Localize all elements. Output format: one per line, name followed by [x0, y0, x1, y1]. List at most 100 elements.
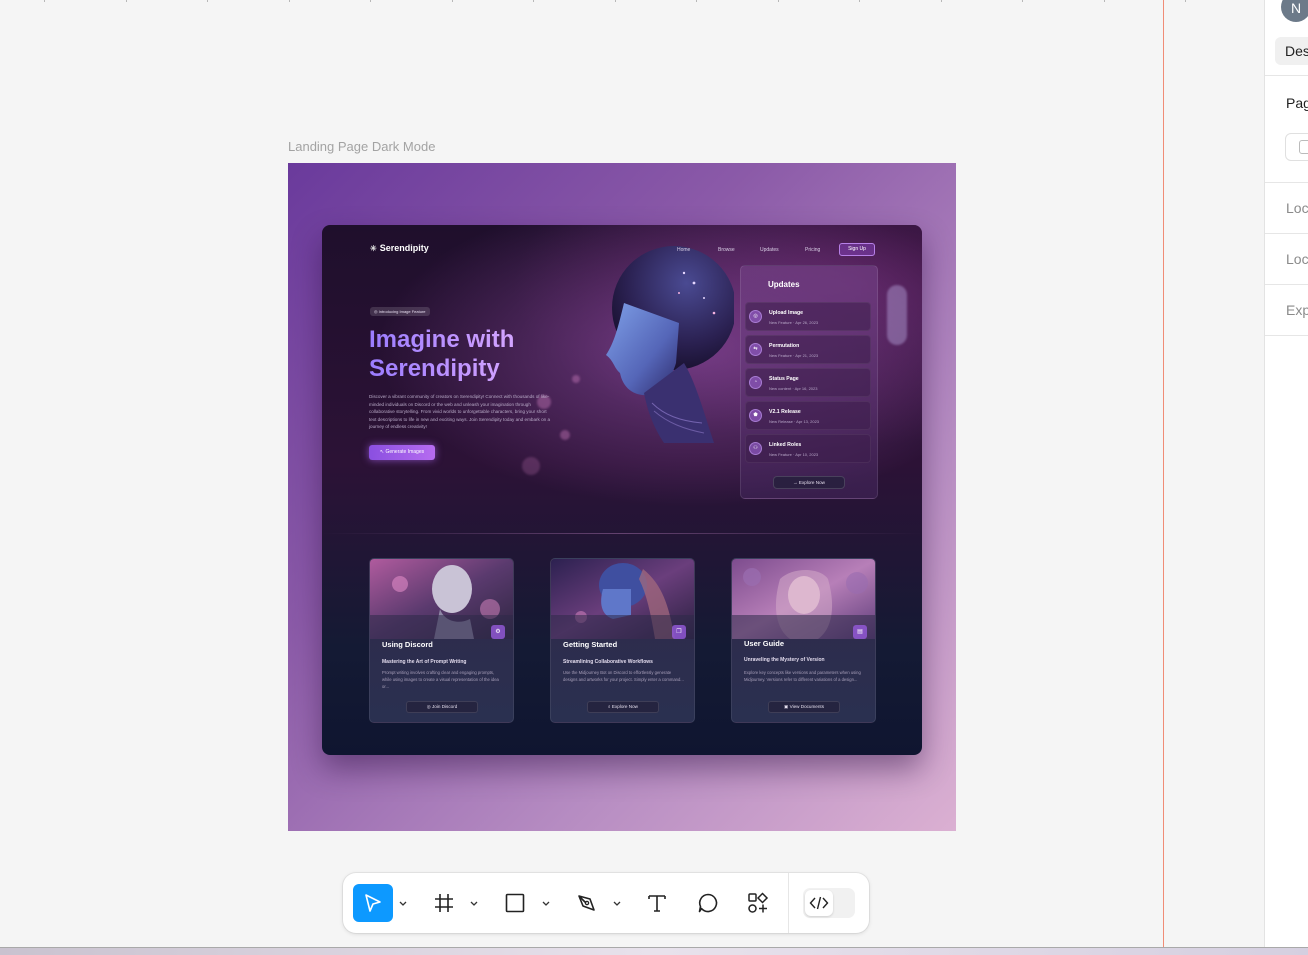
hero-divider — [322, 533, 922, 534]
dev-mode-toggle[interactable] — [803, 888, 855, 918]
card-subtitle: Mastering the Art of Prompt Writing — [382, 659, 467, 665]
join-discord-button[interactable]: ◎ Join Discord — [406, 701, 478, 713]
bokeh-light — [560, 430, 570, 440]
frame-tool-button[interactable] — [427, 884, 461, 922]
divider — [1265, 233, 1308, 234]
card-title: User Guide — [744, 639, 785, 648]
divider — [1265, 75, 1308, 76]
chevron-down-icon[interactable] — [612, 898, 622, 908]
chevron-down-icon[interactable] — [469, 898, 479, 908]
card-button-label: View Documents — [789, 704, 824, 709]
text-icon — [648, 895, 666, 912]
update-item-meta: New Release · Apr 13, 2023 — [769, 419, 820, 424]
bokeh-light — [887, 285, 907, 345]
bokeh-light — [572, 375, 580, 383]
card-button-label: Explore Now — [611, 704, 638, 709]
chevron-down-icon[interactable] — [541, 898, 551, 908]
generate-images-button[interactable]: ↖ Generate Images — [369, 445, 435, 460]
properties-panel: N Des Pag Loc Loc Exp — [1264, 0, 1308, 947]
update-item[interactable]: ⇆ Permutation New Feature · Apr 21, 2023 — [745, 335, 871, 364]
toolbar-divider — [788, 873, 789, 933]
divider — [1265, 284, 1308, 285]
card-description: Use the Midjourney Bot on Discord to eff… — [563, 670, 684, 682]
pen-tool-button[interactable] — [570, 884, 604, 922]
discord-icon: ⚙ — [491, 625, 505, 639]
book-icon: ▣ — [783, 704, 789, 709]
generate-images-label: Generate Images — [385, 449, 425, 455]
update-item-meta: New Feature · Apr 21, 2023 — [769, 353, 819, 358]
local-styles-row[interactable]: Loc — [1286, 251, 1308, 267]
link-icon: ⚇ — [749, 442, 762, 455]
pen-icon — [578, 895, 595, 911]
landing-page-frame[interactable]: ✳ Serendipity Home Browse Updates Pricin… — [288, 163, 956, 831]
comment-tool-button[interactable] — [691, 884, 725, 922]
rectangle-icon — [505, 893, 525, 913]
arrow-right-icon: → — [793, 480, 798, 485]
chevron-down-icon[interactable] — [398, 898, 408, 908]
copy-icon: ❐ — [672, 625, 686, 639]
update-item-title: Permutation — [769, 343, 800, 349]
local-variables-row[interactable]: Loc — [1286, 200, 1308, 216]
hero-portrait-image — [584, 243, 736, 443]
comment-icon — [698, 893, 718, 913]
card-getting-started[interactable]: ❐ Getting Started Streamlining Collabora… — [550, 558, 695, 723]
hero-headline: Imagine with Serendipity — [369, 325, 569, 383]
brand-logo[interactable]: ✳ Serendipity — [370, 243, 429, 253]
explore-now-button[interactable]: → Explore Now — [773, 476, 845, 489]
landing-page-mockup: ✳ Serendipity Home Browse Updates Pricin… — [322, 225, 922, 755]
card-subtitle: Unraveling the Mystery of Version — [744, 657, 825, 663]
hero-description: Discover a vibrant community of creators… — [369, 394, 551, 430]
nav-browse[interactable]: Browse — [718, 247, 735, 253]
view-documents-button[interactable]: ▣ View Documents — [768, 701, 840, 713]
explore-now-card-button[interactable]: ⌕ Explore Now — [587, 701, 659, 713]
update-item-title: Upload Image — [769, 310, 804, 316]
intro-badge: ◎ Introducing Image Feature — [370, 307, 430, 316]
update-item[interactable]: ◎ Upload Image New Feature · Apr 26, 202… — [745, 302, 871, 331]
update-item-title: Linked Roles — [769, 442, 802, 448]
update-item[interactable]: ◔ Status Page New content · Apr 16, 2023 — [745, 368, 871, 397]
card-description: Prompt writing involves crafting clear a… — [382, 670, 499, 689]
card-description: Explore key concepts like versions and p… — [744, 670, 861, 682]
export-row[interactable]: Exp — [1286, 302, 1308, 318]
user-avatar[interactable]: N — [1281, 0, 1308, 22]
updates-title: Updates — [768, 280, 800, 289]
move-tool-button[interactable] — [353, 884, 393, 922]
release-icon: ⬟ — [749, 409, 762, 422]
shape-tool-button[interactable] — [498, 884, 532, 922]
upload-icon: ◎ — [749, 310, 762, 323]
layout-guide-line[interactable] — [1163, 0, 1164, 947]
text-tool-button[interactable] — [640, 884, 674, 922]
update-item-meta: New content · Apr 16, 2023 — [769, 386, 818, 391]
frame-icon — [435, 894, 453, 912]
tab-design[interactable]: Des — [1275, 37, 1308, 65]
brand-name: Serendipity — [379, 243, 429, 253]
card-subtitle: Streamlining Collaborative Workflows — [563, 659, 653, 665]
document-icon: ▤ — [853, 625, 867, 639]
bottom-toolbar — [343, 873, 869, 933]
update-item[interactable]: ⬟ V2.1 Release New Release · Apr 13, 202… — [745, 401, 871, 430]
page-section-title: Pag — [1286, 95, 1308, 111]
card-title: Getting Started — [563, 640, 618, 649]
nav-home[interactable]: Home — [677, 247, 690, 253]
page-color-swatch[interactable] — [1285, 133, 1308, 161]
card-button-label: Join Discord — [432, 704, 458, 709]
updates-panel: Updates ◎ Upload Image New Feature · Apr… — [740, 265, 878, 499]
search-icon: ⌕ — [608, 704, 611, 709]
frame-label[interactable]: Landing Page Dark Mode — [288, 139, 435, 154]
window-bottom-edge — [0, 947, 1308, 955]
intro-badge-label: Introducing Image Feature — [378, 309, 426, 314]
hero-headline-line1: Imagine with — [369, 326, 515, 353]
nav-updates[interactable]: Updates — [760, 247, 779, 253]
card-user-guide[interactable]: ▤ User Guide Unraveling the Mystery of V… — [731, 558, 876, 723]
card-using-discord[interactable]: ⚙ Using Discord Mastering the Art of Pro… — [369, 558, 514, 723]
nav-pricing[interactable]: Pricing — [805, 247, 820, 253]
permutation-icon: ⇆ — [749, 343, 762, 356]
update-item[interactable]: ⚇ Linked Roles New Feature · Apr 10, 202… — [745, 434, 871, 463]
update-item-meta: New Feature · Apr 10, 2023 — [769, 452, 819, 457]
resources-tool-button[interactable] — [741, 884, 775, 922]
resources-icon — [748, 892, 769, 913]
cursor-icon: ↖ — [379, 449, 385, 455]
signup-button[interactable]: Sign Up — [839, 243, 875, 256]
hero-headline-line2: Serendipity — [369, 355, 500, 382]
explore-now-label: Explore Now — [798, 480, 825, 485]
